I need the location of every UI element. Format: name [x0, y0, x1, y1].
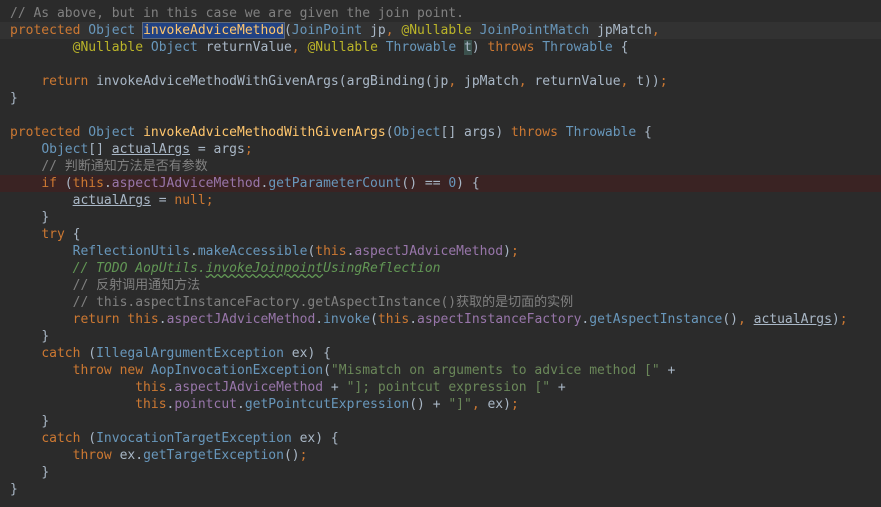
code-line[interactable]: throw new AopInvocationException("Mismat…: [0, 362, 881, 379]
code-line[interactable]: // As above, but in this case we are giv…: [0, 5, 881, 22]
code-line[interactable]: // this.aspectInstanceFactory.getAspectI…: [0, 294, 881, 311]
code-line[interactable]: }: [0, 413, 881, 430]
code-line[interactable]: ReflectionUtils.makeAccessible(this.aspe…: [0, 243, 881, 260]
code-line[interactable]: // 反射调用通知方法: [0, 277, 881, 294]
code-line[interactable]: }: [0, 464, 881, 481]
code-line[interactable]: throw ex.getTargetException();: [0, 447, 881, 464]
code-line[interactable]: // TODO AopUtils.invokeJoinpointUsingRef…: [0, 260, 881, 277]
code-line[interactable]: catch (IllegalArgumentException ex) {: [0, 345, 881, 362]
code-line[interactable]: }: [0, 90, 881, 107]
code-line[interactable]: }: [0, 209, 881, 226]
code-line[interactable]: [0, 107, 881, 124]
code-line[interactable]: }: [0, 328, 881, 345]
code-line[interactable]: protected Object invokeAdviceMethodWithG…: [0, 124, 881, 141]
code-line[interactable]: actualArgs = null;: [0, 192, 881, 209]
code-line[interactable]: protected Object invokeAdviceMethod(Join…: [0, 22, 881, 39]
code-line[interactable]: catch (InvocationTargetException ex) {: [0, 430, 881, 447]
code-line[interactable]: }: [0, 481, 881, 498]
code-line[interactable]: this.pointcut.getPointcutExpression() + …: [0, 396, 881, 413]
code-line[interactable]: if (this.aspectJAdviceMethod.getParamete…: [0, 175, 881, 192]
code-line[interactable]: return invokeAdviceMethodWithGivenArgs(a…: [0, 73, 881, 90]
code-line[interactable]: return this.aspectJAdviceMethod.invoke(t…: [0, 311, 881, 328]
code-line[interactable]: // 判断通知方法是否有参数: [0, 158, 881, 175]
code-line[interactable]: Object[] actualArgs = args;: [0, 141, 881, 158]
code-line[interactable]: @Nullable Object returnValue, @Nullable …: [0, 39, 881, 56]
code-line[interactable]: this.aspectJAdviceMethod + "]; pointcut …: [0, 379, 881, 396]
code-line[interactable]: try {: [0, 226, 881, 243]
code-editor[interactable]: // As above, but in this case we are giv…: [0, 0, 881, 507]
code-line[interactable]: [0, 56, 881, 73]
